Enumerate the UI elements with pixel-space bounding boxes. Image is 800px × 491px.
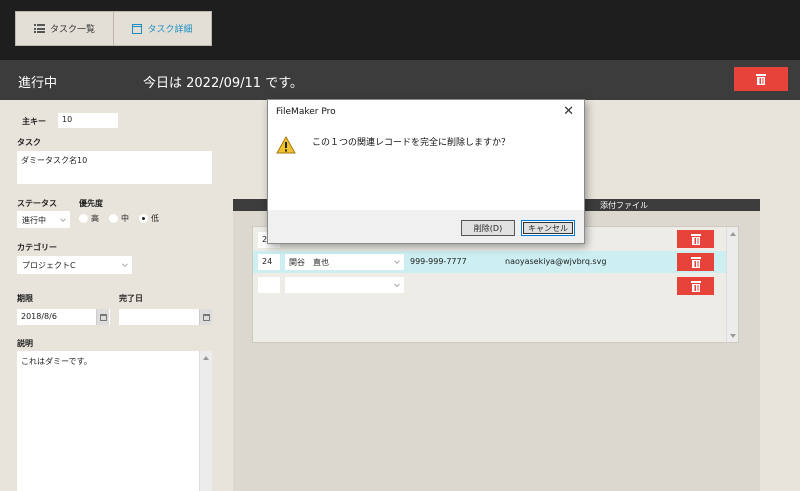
row-name-dropdown[interactable] <box>285 277 404 293</box>
calendar-icon <box>99 313 107 321</box>
status-dropdown-value: 進行中 <box>22 216 46 225</box>
trash-icon <box>690 280 701 292</box>
chevron-down-icon <box>394 258 400 265</box>
task-field[interactable]: ダミータスク名10 <box>17 151 212 184</box>
priority-label: 優先度 <box>79 199 103 208</box>
category-dropdown[interactable]: プロジェクトC <box>17 256 132 274</box>
delete-row-button[interactable] <box>677 277 714 295</box>
dialog-titlebar: FileMaker Pro ✕ <box>268 100 584 125</box>
due-label: 期限 <box>17 294 33 303</box>
table-row[interactable]: 24 関谷 直也 999-999-7777 naoyasekiya@wjvbrq… <box>253 251 726 273</box>
tab-task-detail-label: タスク詳細 <box>147 25 193 35</box>
header-bar: 進行中 今日は 2022/09/11 です。 <box>0 60 800 100</box>
chevron-down-icon <box>122 261 128 268</box>
trash-icon <box>690 256 701 268</box>
today-text: 今日は 2022/09/11 です。 <box>143 76 303 91</box>
scroll-up-icon[interactable] <box>200 352 212 363</box>
trash-icon <box>690 233 701 245</box>
delete-button[interactable]: 削除(D) <box>461 220 515 236</box>
status-label: ステータス <box>17 199 57 208</box>
done-date-calendar-button[interactable] <box>199 309 212 325</box>
calendar-icon <box>202 313 210 321</box>
table-row[interactable] <box>253 274 726 296</box>
trash-icon <box>756 73 766 85</box>
radio-mid[interactable] <box>109 214 118 223</box>
key-field[interactable]: 10 <box>58 113 118 128</box>
tab-task-detail[interactable]: タスク詳細 <box>113 12 211 45</box>
scroll-down-icon[interactable] <box>727 330 738 341</box>
status-title: 進行中 <box>18 76 58 91</box>
row-file: naoyasekiya@wjvbrq.svg <box>505 257 607 266</box>
chevron-down-icon <box>394 281 400 288</box>
chevron-down-icon <box>60 215 66 222</box>
description-label: 説明 <box>17 339 33 348</box>
scroll-up-icon[interactable] <box>727 228 738 239</box>
row-phone: 999-999-7777 <box>410 257 467 266</box>
dialog-body: この１つの関連レコードを完全に削除しますか？ <box>268 125 584 210</box>
warning-icon <box>276 136 296 154</box>
detail-icon <box>132 23 143 34</box>
delete-row-button[interactable] <box>677 253 714 271</box>
row-name: 関谷 直也 <box>289 258 329 267</box>
dialog-title: FileMaker Pro <box>276 107 336 117</box>
priority-low-label: 低 <box>151 214 159 223</box>
confirm-delete-dialog: FileMaker Pro ✕ この１つの関連レコードを完全に削除しますか？ 削… <box>267 99 585 244</box>
row-id[interactable]: 24 <box>258 254 280 270</box>
tab-task-list-label: タスク一覧 <box>49 25 95 35</box>
key-label: 主キー <box>22 117 46 126</box>
list-icon <box>33 24 45 33</box>
description-field[interactable]: これはダミーです。 <box>17 351 212 491</box>
delete-row-button[interactable] <box>677 230 714 248</box>
done-label: 完了日 <box>119 294 143 303</box>
priority-high[interactable]: 高 <box>79 213 99 224</box>
row-name-dropdown[interactable]: 関谷 直也 <box>285 254 404 270</box>
category-dropdown-value: プロジェクトC <box>22 261 76 270</box>
task-label: タスク <box>17 138 41 147</box>
radio-low[interactable] <box>139 214 148 223</box>
due-date-calendar-button[interactable] <box>96 309 109 325</box>
status-dropdown[interactable]: 進行中 <box>17 211 70 228</box>
portal-header-attach: 添付ファイル <box>600 201 648 210</box>
portal-scrollbar[interactable] <box>726 227 738 342</box>
radio-high[interactable] <box>79 214 88 223</box>
delete-record-button[interactable] <box>734 67 788 91</box>
cancel-button[interactable]: キャンセル <box>521 220 575 236</box>
category-label: カテゴリー <box>17 243 57 252</box>
dialog-message: この１つの関連レコードを完全に削除しますか？ <box>312 138 511 148</box>
priority-mid[interactable]: 中 <box>109 213 129 224</box>
row-id[interactable] <box>258 277 280 293</box>
tab-task-list[interactable]: タスク一覧 <box>16 12 113 45</box>
priority-radio-group: 高 中 低 <box>79 213 165 224</box>
top-bar: タスク一覧 タスク詳細 <box>0 0 800 60</box>
nav-tabs: タスク一覧 タスク詳細 <box>15 11 212 46</box>
description-scrollbar[interactable] <box>199 351 212 491</box>
priority-low[interactable]: 低 <box>139 213 159 224</box>
priority-high-label: 高 <box>91 214 99 223</box>
priority-mid-label: 中 <box>121 214 129 223</box>
close-icon[interactable]: ✕ <box>563 104 574 119</box>
